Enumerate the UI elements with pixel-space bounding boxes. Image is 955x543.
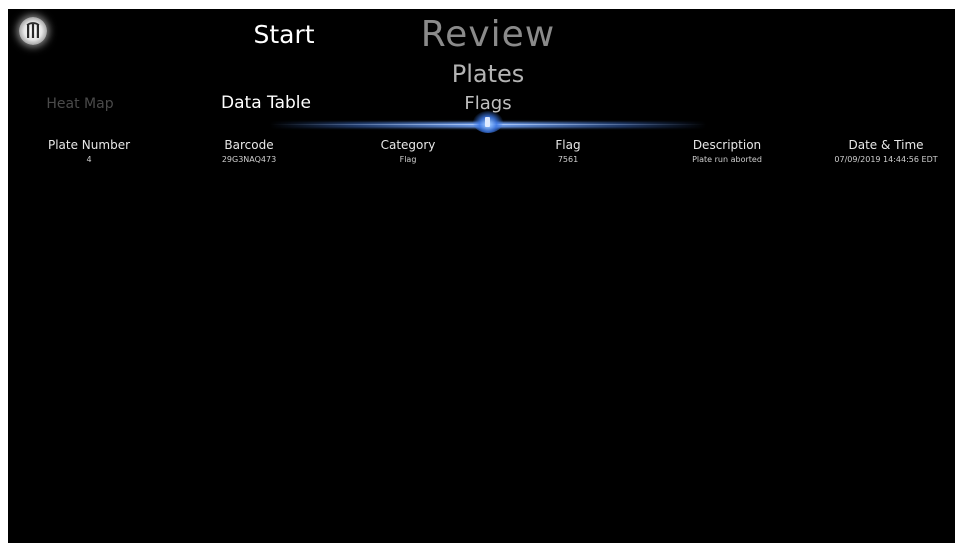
column-plate-number: Plate Number 4 [48,137,130,167]
column-header[interactable]: Barcode [222,137,276,153]
column-flag: Flag 7561 [555,137,580,167]
app-screen: Start Review Plates Heat Map Data Table … [8,9,955,543]
column-header[interactable]: Flag [555,137,580,153]
nav-plates[interactable]: Plates [452,60,525,88]
column-category: Category Flag [381,137,436,167]
column-barcode: Barcode 29G3NAQ473 [222,137,276,167]
column-header[interactable]: Plate Number [48,137,130,153]
app-logo-icon[interactable] [19,17,47,45]
column-description: Description Plate run aborted [692,137,762,167]
table-cell: 29G3NAQ473 [221,155,277,164]
column-header[interactable]: Date & Time [834,137,937,153]
column-header[interactable]: Description [692,137,762,153]
tab-indicator-marker [485,117,490,127]
column-header[interactable]: Category [381,137,436,153]
tab-data-table[interactable]: Data Table [221,93,311,113]
nav-start[interactable]: Start [253,20,314,49]
nav-review-title: Review [420,14,556,55]
table-cell: 7561 [557,155,579,164]
table-cell: 07/09/2019 14:44:56 EDT [834,155,938,164]
tab-heat-map[interactable]: Heat Map [46,96,113,112]
table-cell: Plate run aborted [692,155,762,164]
table-cell: Flag [399,155,417,164]
table-cell: 4 [86,155,92,164]
column-date-time: Date & Time 07/09/2019 14:44:56 EDT [834,137,937,167]
